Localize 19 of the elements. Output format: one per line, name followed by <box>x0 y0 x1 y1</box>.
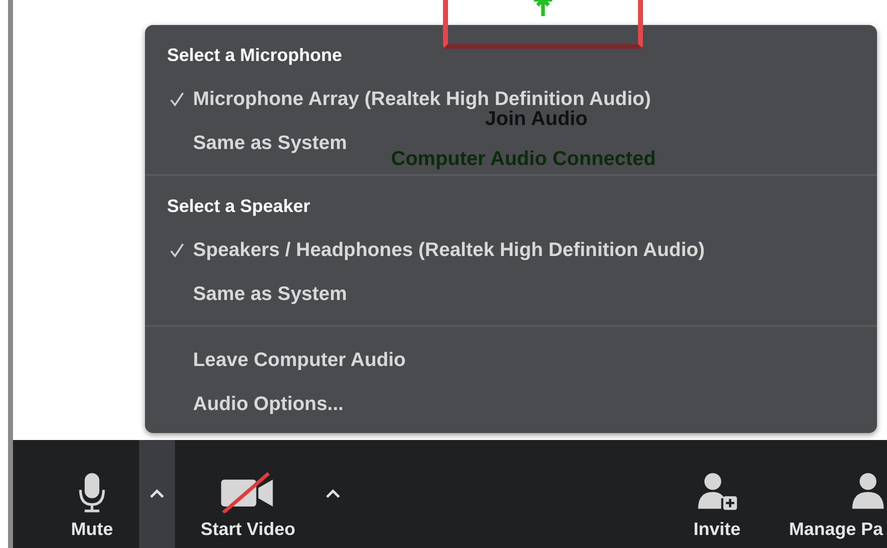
menu-item[interactable]: Audio Options... <box>193 392 344 416</box>
caret-up-icon <box>325 489 341 499</box>
toolbar-button[interactable]: Invite <box>675 440 759 548</box>
toolbar-button[interactable]: Start Video <box>181 440 315 548</box>
options-caret-button[interactable] <box>139 440 175 548</box>
join-audio-title: Join Audio <box>485 108 588 131</box>
menu-heading: Select a Microphone <box>166 44 344 67</box>
caret-up-icon <box>149 489 165 499</box>
toolbar-button[interactable]: Manage Pa <box>779 440 887 548</box>
person-add-icon <box>696 471 738 513</box>
menu-item[interactable]: Speakers / Headphones (Realtek High Definition Audio) <box>193 238 705 262</box>
audio-status-text: Computer Audio Connected <box>391 148 656 171</box>
menu-item[interactable]: Same as System <box>193 282 347 306</box>
toolbar-button[interactable]: Mute <box>45 440 139 548</box>
menu-item[interactable]: Microphone Array (Realtek High Definition Audio) <box>193 88 651 110</box>
menu-item[interactable]: Leave Computer Audio <box>193 348 406 372</box>
menu-heading: Select a Speaker <box>166 194 312 218</box>
menu-item[interactable]: Same as System <box>193 132 347 154</box>
arrow-up-icon <box>532 0 554 18</box>
